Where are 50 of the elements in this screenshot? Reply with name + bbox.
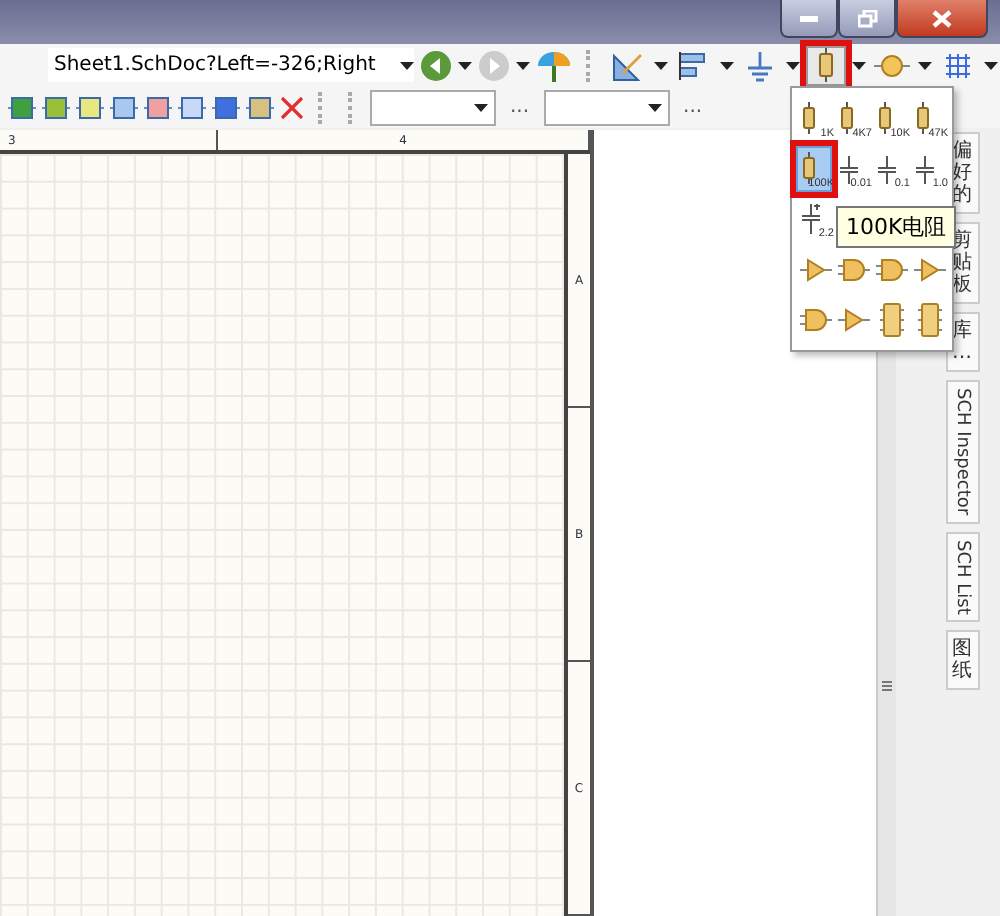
caret-icon[interactable]	[458, 61, 472, 69]
resistor-icon	[818, 48, 834, 82]
minimize-button[interactable]	[780, 0, 838, 38]
resistor-icon	[878, 102, 892, 134]
dropdown-field[interactable]	[543, 89, 670, 125]
buffer-icon	[914, 258, 946, 282]
capacitor-icon	[878, 156, 896, 184]
caret-icon[interactable]	[852, 61, 866, 69]
caret-icon[interactable]	[647, 103, 662, 111]
caret-icon[interactable]	[400, 61, 414, 69]
delete-icon[interactable]	[280, 95, 304, 119]
buffer-icon	[800, 258, 832, 282]
grip-icon	[882, 680, 892, 692]
caret-icon[interactable]	[918, 61, 932, 69]
tooltip: 100K电阻	[836, 206, 957, 248]
logic-gate-icon	[838, 258, 870, 282]
port-icon	[874, 53, 910, 77]
restore-button[interactable]	[838, 0, 896, 38]
side-panel-tab[interactable]: SCH List	[945, 531, 979, 622]
minimize-icon	[800, 15, 818, 21]
chip-icon	[918, 302, 942, 338]
dropdown-field[interactable]	[370, 89, 496, 125]
side-panel-tab[interactable]: 图纸	[945, 629, 979, 690]
ellipsis-button[interactable]: ...	[510, 96, 530, 118]
caret-icon[interactable]	[786, 61, 800, 69]
close-button[interactable]	[896, 0, 988, 38]
close-icon	[932, 9, 952, 27]
logic-gate-icon	[800, 308, 832, 332]
resistor-icon	[916, 102, 930, 134]
address-field[interactable]: Sheet1.SchDoc?Left=-326;Right	[48, 48, 414, 82]
resistor-icon	[840, 102, 854, 134]
chip-icon	[880, 302, 904, 338]
capacitor-icon	[802, 204, 820, 234]
caret-icon[interactable]	[654, 61, 668, 69]
component-icon[interactable]	[8, 95, 36, 119]
grid-icon	[944, 51, 972, 79]
caret-icon[interactable]	[474, 103, 488, 111]
restore-icon	[857, 9, 877, 27]
ground-icon	[744, 49, 776, 81]
logic-gate-icon	[876, 258, 908, 282]
caret-icon[interactable]	[720, 61, 734, 69]
resistor-icon	[802, 102, 816, 134]
caret-icon[interactable]	[516, 61, 530, 69]
ruler-pencil-icon	[612, 49, 644, 81]
buffer-icon	[838, 308, 870, 332]
caret-icon[interactable]	[984, 61, 998, 69]
align-icon	[678, 51, 710, 79]
side-panel-tab[interactable]: SCH Inspector	[945, 380, 979, 524]
capacitor-icon	[916, 156, 934, 184]
ellipsis-button[interactable]: ...	[683, 96, 703, 118]
